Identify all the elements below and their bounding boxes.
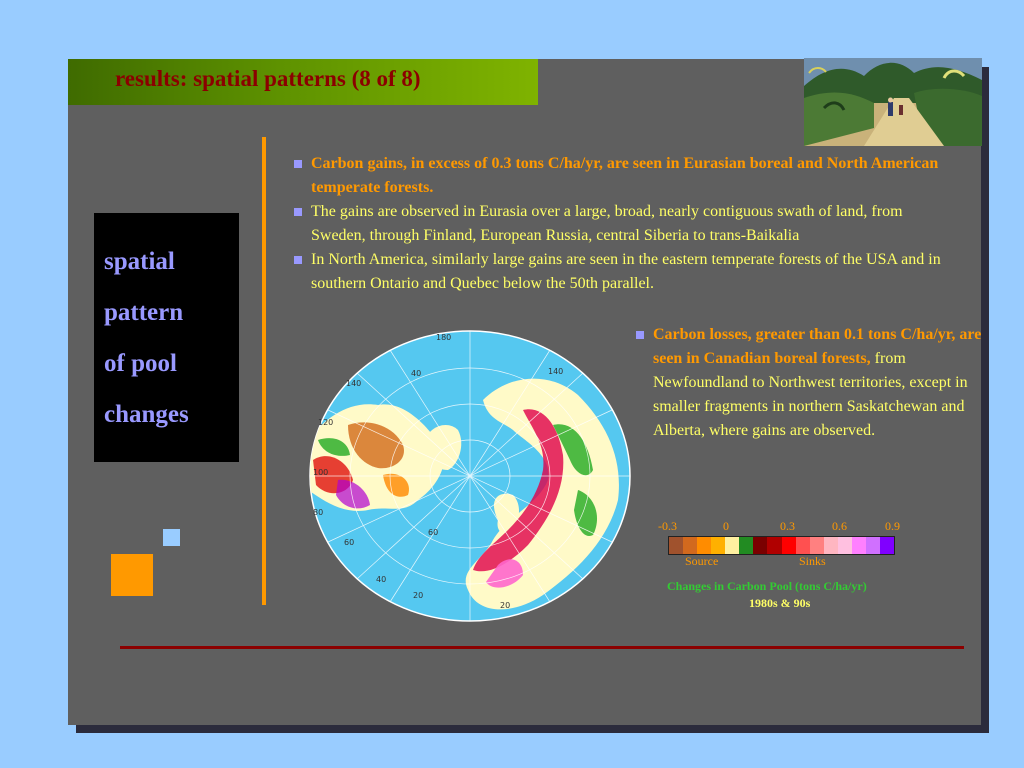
legend-caption-years: 1980s & 90s <box>749 596 811 610</box>
grid-label: 60 <box>344 538 354 547</box>
decor-square-orange <box>111 554 153 596</box>
polar-carbon-map: 180 40 140 140 120 100 80 60 60 40 20 20 <box>309 330 631 622</box>
legend-tick: 0.6 <box>832 519 847 533</box>
bullet-text: Carbon gains, in excess of 0.3 tons C/ha… <box>311 155 939 196</box>
legend-tick: 0.3 <box>780 519 795 533</box>
grid-label: 80 <box>313 508 323 517</box>
grid-label: 40 <box>376 575 386 584</box>
legend-tick: 0.9 <box>885 519 900 533</box>
color-legend: -0.3 0 0.3 0.6 0.9 Source Sinks Changes … <box>655 517 915 617</box>
bullet-square-icon <box>294 160 302 168</box>
legend-swatch <box>683 537 698 554</box>
decor-square-blue <box>163 529 180 546</box>
bullet-bold-text: Carbon losses, greater than 0.1 tons C/h… <box>653 326 982 367</box>
bullet-square-icon <box>294 256 302 264</box>
bullet-item: The gains are observed in Eurasia over a… <box>293 200 958 248</box>
grid-label: 140 <box>346 379 361 388</box>
grid-label: 120 <box>318 418 333 427</box>
legend-tick: -0.3 <box>658 519 677 533</box>
legend-swatch <box>697 537 712 554</box>
legend-swatch <box>669 537 684 554</box>
sidebar-line: pattern <box>104 299 184 326</box>
grid-label: 20 <box>500 601 510 610</box>
legend-swatch <box>795 537 810 554</box>
legend-source-label: Source <box>685 554 719 568</box>
legend-swatch <box>781 537 796 554</box>
grid-label: 60 <box>428 528 438 537</box>
legend-swatch <box>711 537 726 554</box>
painting-thumbnail <box>804 58 982 146</box>
legend-swatch <box>767 537 782 554</box>
legend-swatch <box>823 537 838 554</box>
legend-swatch <box>725 537 740 554</box>
grid-label: 140 <box>548 367 563 376</box>
legend-caption: Changes in Carbon Pool (tons C/ha/yr) <box>667 579 867 593</box>
legend-swatch <box>879 537 894 554</box>
bullet-square-icon <box>294 208 302 216</box>
bullet-square-icon <box>636 331 644 339</box>
legend-tick: 0 <box>723 519 729 533</box>
grid-label: 180 <box>436 333 451 342</box>
bullet-item-losses: Carbon losses, greater than 0.1 tons C/h… <box>635 323 993 443</box>
legend-swatch <box>837 537 852 554</box>
bullet-text: In North America, similarly large gains … <box>311 251 941 292</box>
grid-label: 40 <box>411 369 421 378</box>
legend-swatch <box>851 537 866 554</box>
bullet-text: The gains are observed in Eurasia over a… <box>311 203 903 244</box>
bottom-rule <box>120 646 964 649</box>
legend-swatch <box>739 537 754 554</box>
legend-sinks-label: Sinks <box>799 554 826 568</box>
bullet-list: Carbon gains, in excess of 0.3 tons C/ha… <box>293 152 958 296</box>
grid-label: 20 <box>413 591 423 600</box>
legend-swatch <box>865 537 880 554</box>
bullet-item: In North America, similarly large gains … <box>293 248 958 296</box>
sidebar-line: spatial <box>104 248 175 275</box>
vertical-divider <box>262 137 266 605</box>
legend-color-bar <box>668 536 895 555</box>
sidebar-line: changes <box>104 401 189 428</box>
sidebar-label: spatial pattern of pool changes <box>104 236 189 440</box>
bullet-item: Carbon gains, in excess of 0.3 tons C/ha… <box>293 152 958 200</box>
legend-swatch <box>809 537 824 554</box>
slide-title: results: spatial patterns (8 of 8) <box>115 66 421 91</box>
grid-label: 100 <box>313 468 328 477</box>
legend-swatch <box>753 537 768 554</box>
sidebar-line: of pool <box>104 350 177 377</box>
